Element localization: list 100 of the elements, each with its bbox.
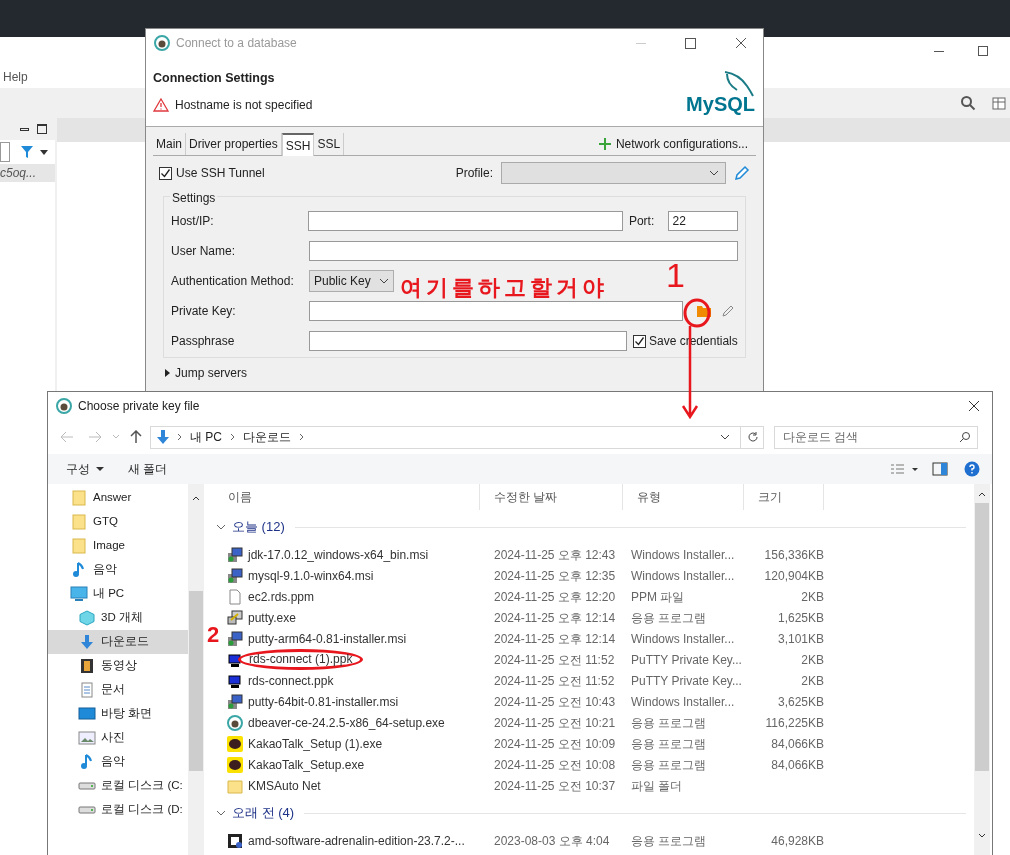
help-icon[interactable] (964, 461, 980, 477)
collapsible-section[interactable]: Jump servers (153, 364, 756, 382)
pencil-icon[interactable] (734, 165, 750, 181)
nav-item[interactable]: GTQ (48, 510, 188, 534)
date-cell-text: 2024-11-25 오전 10:09 (493, 735, 617, 753)
maximize-icon[interactable] (978, 46, 988, 56)
search-field[interactable]: 다운로드 검색 (774, 425, 978, 449)
file-row[interactable]: putty.exe 2024-11-25 오후 12:14 응용 프로그램 1,625KB (226, 607, 974, 628)
table-icon[interactable] (992, 96, 1006, 110)
scrollbar[interactable] (974, 484, 990, 855)
nav-item[interactable]: Image (48, 534, 188, 558)
file-row[interactable]: ec2.rds.ppm 2024-11-25 오후 12:20 PPM 파일 2KB (226, 586, 974, 607)
installer-icon (227, 567, 243, 584)
filter-field[interactable] (0, 142, 10, 162)
preview-pane-icon[interactable] (932, 462, 948, 476)
nav-item[interactable]: 로컬 디스크 (D: (48, 798, 188, 822)
file-name: putty-arm64-0.81-installer.msi (248, 630, 407, 648)
group-header[interactable]: 오래 전 (4) (214, 796, 974, 830)
connection-item[interactable]: c5oq... (0, 164, 55, 182)
minimize-icon[interactable] (934, 50, 944, 52)
search-icon[interactable] (960, 95, 976, 111)
date-cell-text: 2024-11-25 오전 10:43 (493, 693, 617, 711)
file-row[interactable]: KakaoTalk_Setup.exe 2024-11-25 오전 10:08 응용 프로그램 84,066KB (226, 754, 974, 775)
save-credentials-checkbox[interactable] (633, 334, 646, 348)
new-folder-button[interactable]: 새 폴더 (128, 460, 168, 478)
tab[interactable]: SSL (314, 133, 345, 155)
passphrase-field[interactable] (309, 331, 627, 351)
date-cell-text: 2024-11-25 오후 12:35 (493, 567, 617, 585)
view-options-icon[interactable] (890, 463, 920, 475)
file-row[interactable]: putty-arm64-0.81-installer.msi 2024-11-25 오후 12:14 Windows Installer... 3,101KB (226, 628, 974, 649)
folder-icon (227, 777, 243, 794)
type-cell-text: Windows Installer... (630, 630, 736, 648)
maximize-icon[interactable] (685, 37, 696, 49)
nav-item[interactable]: 내 PC (48, 582, 188, 606)
filter-icon[interactable] (20, 145, 36, 159)
refresh-icon[interactable] (747, 431, 759, 443)
nav-item[interactable]: 문서 (48, 678, 188, 702)
file-row[interactable]: amd-software-adrenalin-edition-23.7.2-... 2023-08-03 오후 4:04 응용 프로그램 46,928KB (226, 830, 974, 851)
caret-icon[interactable] (40, 149, 48, 155)
file-row[interactable]: KakaoTalk_Setup (1).exe 2024-11-25 오전 10:09 응용 프로그램 84,066KB (226, 733, 974, 754)
tab[interactable]: SSH (281, 133, 315, 156)
nav-item[interactable]: 다운로드 (48, 630, 188, 654)
up-arrow-icon[interactable] (130, 430, 142, 444)
nav-item[interactable]: 음악 (48, 750, 188, 774)
file-row[interactable]: mysql-9.1.0-winx64.msi 2024-11-25 오후 12:35 Windows Installer... 120,904KB (226, 565, 974, 586)
breadcrumb-item[interactable]: 내 PC (188, 428, 224, 446)
nav-item[interactable]: 사진 (48, 726, 188, 750)
chevron-icon[interactable] (216, 810, 226, 816)
scroll-down-icon[interactable] (978, 833, 986, 838)
scroll-up-icon[interactable] (978, 492, 986, 497)
terminal-icon (227, 672, 243, 689)
file-row[interactable]: putty-64bit-0.81-installer.msi 2024-11-25 오전 10:43 Windows Installer... 3,625KB (226, 691, 974, 712)
column-header[interactable]: 크기 (744, 484, 824, 510)
nav-item[interactable]: 음악 (48, 558, 188, 582)
scrollbar[interactable] (188, 484, 204, 855)
scroll-up-icon[interactable] (192, 496, 200, 501)
type-cell-text: PuTTY Private Key... (630, 651, 743, 669)
nav-item[interactable]: 바탕 화면 (48, 702, 188, 726)
menu-item[interactable]: Help (3, 67, 28, 86)
close-icon[interactable] (735, 37, 747, 49)
file-row[interactable]: dbeaver-ce-24.2.5-x86_64-setup.exe 2024-11-25 오전 10:21 응용 프로그램 116,225KB (226, 712, 974, 733)
file-row[interactable]: rds-connect (1).ppk 2024-11-25 오전 11:52 PuTTY Private Key... 2KB (226, 649, 974, 670)
maximize-icon[interactable] (37, 124, 47, 134)
close-icon[interactable] (968, 400, 980, 412)
nav-item[interactable]: 동영상 (48, 654, 188, 678)
authentication-dropdown[interactable]: Public Key (309, 270, 394, 292)
use-ssh-tunnel-checkbox[interactable] (159, 166, 172, 180)
chevron-icon[interactable] (216, 524, 226, 530)
download-arrow-icon (79, 634, 95, 650)
pencil-icon[interactable] (721, 304, 735, 318)
folder-icon[interactable] (697, 305, 711, 317)
address-bar[interactable]: 내 PC 다운로드 (150, 425, 764, 449)
host-field[interactable] (307, 211, 623, 231)
network-configurations-button[interactable]: Network configurations... (598, 133, 756, 155)
nav-item[interactable]: 로컬 디스크 (C: (48, 774, 188, 798)
group-header[interactable]: 오늘 (12) (214, 510, 974, 544)
chevron-icon[interactable] (720, 434, 730, 440)
dialog-heading: Connection Settings (153, 70, 276, 88)
file-name: KakaoTalk_Setup (1).exe (248, 735, 383, 753)
column-header[interactable]: 수정한 날짜 (480, 484, 623, 510)
nav-item[interactable]: 3D 개체 (48, 606, 188, 630)
column-header[interactable]: 유형 (623, 484, 744, 510)
window-title: Connect to a database (176, 35, 298, 52)
handwritten-note: 여기를하고할거야 (400, 277, 608, 299)
column-header[interactable]: 이름 (226, 484, 480, 510)
organize-button[interactable]: 구성 (66, 460, 104, 478)
private-key-field[interactable] (309, 301, 683, 321)
breadcrumb-item[interactable]: 다운로드 (241, 428, 293, 446)
tab[interactable]: Driver properties (186, 133, 282, 155)
nav-item[interactable]: Answer (48, 486, 188, 510)
tab[interactable]: Main (153, 133, 186, 155)
file-row[interactable]: rds-connect.ppk 2024-11-25 오전 11:52 PuTTY Private Key... 2KB (226, 670, 974, 691)
file-name: jdk-17.0.12_windows-x64_bin.msi (248, 546, 429, 564)
port-field[interactable]: 22 (667, 211, 738, 231)
size-cell-text: 1,625KB (776, 609, 824, 627)
minimize-icon[interactable] (20, 127, 29, 131)
type-cell-text: 응용 프로그램 (630, 735, 708, 753)
file-row[interactable]: jdk-17.0.12_windows-x64_bin.msi 2024-11-25 오후 12:43 Windows Installer... 156,336KB (226, 544, 974, 565)
user-name-field[interactable] (308, 241, 738, 261)
file-row[interactable]: KMSAuto Net 2024-11-25 오전 10:37 파일 폴더 (226, 775, 974, 796)
